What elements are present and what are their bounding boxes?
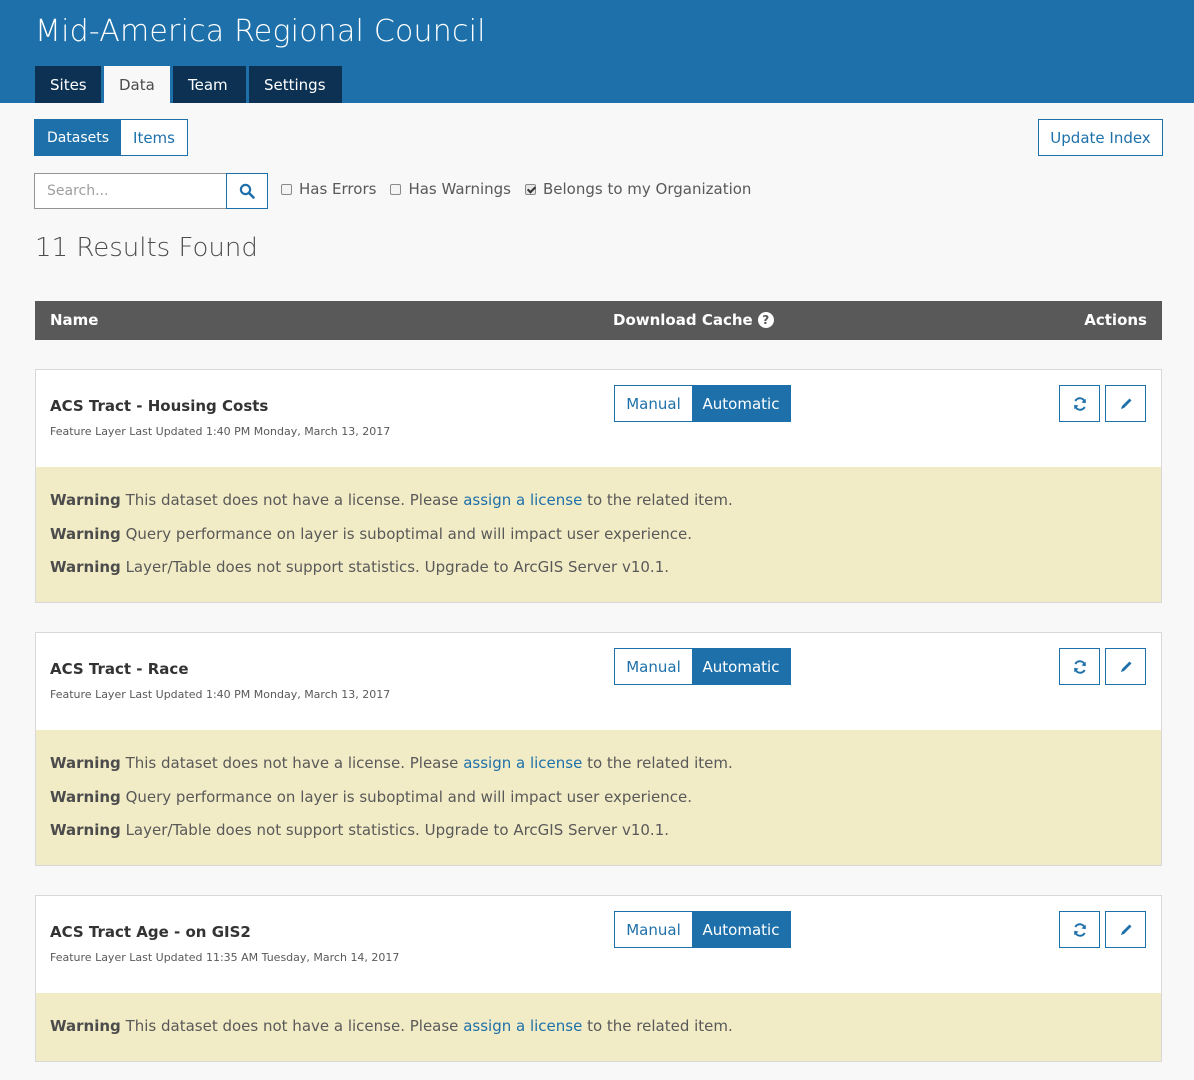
warning-text: This dataset does not have a license. Pl… (125, 491, 459, 509)
warning-label: Warning (50, 558, 121, 576)
filter-has-warnings[interactable]: Has Warnings (390, 180, 511, 198)
datasets-toggle-button[interactable]: Datasets (35, 120, 121, 155)
warning-message: Warning This dataset does not have a lic… (50, 754, 1147, 788)
help-icon[interactable]: ? (757, 312, 774, 328)
refresh-icon (1073, 396, 1086, 411)
tab-team-label: Team (188, 75, 228, 94)
filter-my-organization[interactable]: Belongs to my Organization (524, 180, 752, 198)
org-title: Mid-America Regional Council (35, 14, 486, 49)
search-bar (34, 173, 268, 209)
view-toggle: Datasets Items (34, 119, 188, 156)
dataset-card: ACS Tract - Housing Costs Feature Layer … (35, 369, 1162, 603)
refresh-icon (1073, 659, 1086, 674)
warning-label: Warning (50, 787, 121, 806)
download-cache-toggle: Manual Automatic (614, 385, 791, 422)
warning-message: Warning This dataset does not have a lic… (50, 491, 1147, 525)
my-organization-checkbox[interactable] (524, 183, 536, 195)
automatic-cache-button[interactable]: Automatic (692, 386, 790, 421)
warning-text: This dataset does not have a license. Pl… (125, 754, 459, 772)
warning-text: Query performance on layer is suboptimal… (125, 524, 692, 543)
pencil-icon (1120, 661, 1131, 672)
tab-data[interactable]: Data (104, 66, 170, 103)
refresh-button[interactable] (1059, 911, 1100, 948)
warning-text: This dataset does not have a license. Pl… (125, 1017, 459, 1035)
download-cache-label: Download Cache (613, 311, 753, 329)
warning-label: Warning (50, 524, 121, 543)
warning-panel: Warning This dataset does not have a lic… (36, 467, 1161, 602)
warning-panel: Warning This dataset does not have a lic… (36, 730, 1161, 865)
warning-text-after: to the related item. (587, 491, 733, 509)
table-header: Name Download Cache ? Actions (35, 301, 1162, 340)
warning-text: Layer/Table does not support statistics.… (125, 821, 670, 839)
filter-checkboxes: Has Errors Has Warnings Belongs to my Or… (281, 180, 765, 198)
edit-button[interactable] (1105, 911, 1146, 948)
has-errors-label: Has Errors (299, 180, 377, 198)
tab-settings-label: Settings (264, 75, 326, 94)
warning-text-after: to the related item. (587, 1017, 733, 1035)
main-tabs: Sites Data Team Settings (35, 66, 342, 103)
results-count: 11 Results Found (35, 233, 258, 263)
dataset-card: ACS Tract Age - on GIS2 Feature Layer La… (35, 895, 1162, 1062)
warning-message: Warning This dataset does not have a lic… (50, 1017, 1147, 1051)
warning-text: Layer/Table does not support statistics.… (125, 558, 670, 576)
warning-panel: Warning This dataset does not have a lic… (36, 993, 1161, 1061)
dataset-title[interactable]: ACS Tract - Housing Costs (50, 397, 268, 415)
automatic-cache-button[interactable]: Automatic (692, 912, 790, 947)
tab-sites[interactable]: Sites (35, 66, 101, 103)
tab-team[interactable]: Team (173, 66, 246, 103)
edit-button[interactable] (1105, 648, 1146, 685)
warning-label: Warning (50, 1017, 121, 1035)
manual-cache-button[interactable]: Manual (615, 386, 692, 421)
dataset-meta: Feature Layer Last Updated 1:40 PM Monda… (50, 425, 391, 438)
download-cache-toggle: Manual Automatic (614, 911, 791, 948)
has-errors-checkbox[interactable] (281, 183, 292, 195)
dataset-title[interactable]: ACS Tract Age - on GIS2 (50, 923, 251, 941)
items-toggle-button[interactable]: Items (121, 120, 187, 155)
assign-license-link[interactable]: assign a license (463, 754, 582, 772)
warning-message: Warning Layer/Table does not support sta… (50, 558, 1147, 592)
refresh-button[interactable] (1059, 648, 1100, 685)
edit-button[interactable] (1105, 385, 1146, 422)
tab-data-label: Data (119, 75, 155, 94)
warning-label: Warning (50, 754, 121, 772)
dataset-title[interactable]: ACS Tract - Race (50, 660, 189, 678)
my-organization-label: Belongs to my Organization (542, 180, 752, 198)
tab-sites-label: Sites (50, 75, 87, 94)
download-cache-toggle: Manual Automatic (614, 648, 791, 685)
has-warnings-label: Has Warnings (408, 180, 511, 198)
pencil-icon (1120, 924, 1131, 935)
assign-license-link[interactable]: assign a license (463, 491, 582, 509)
dataset-meta: Feature Layer Last Updated 11:35 AM Tues… (50, 951, 400, 964)
app-header: Mid-America Regional Council Sites Data … (0, 0, 1194, 103)
warning-message: Warning Query performance on layer is su… (50, 788, 1147, 822)
search-button[interactable] (226, 173, 268, 209)
manual-cache-button[interactable]: Manual (615, 649, 692, 684)
assign-license-link[interactable]: assign a license (463, 1017, 582, 1035)
column-header-download-cache: Download Cache ? (613, 311, 774, 329)
refresh-icon (1073, 922, 1086, 937)
search-icon (239, 183, 255, 199)
pencil-icon (1120, 398, 1131, 409)
refresh-button[interactable] (1059, 385, 1100, 422)
dataset-meta: Feature Layer Last Updated 1:40 PM Monda… (50, 688, 391, 701)
filter-has-errors[interactable]: Has Errors (281, 180, 376, 198)
update-index-button[interactable]: Update Index (1038, 119, 1163, 156)
tab-settings[interactable]: Settings (249, 66, 342, 103)
has-warnings-checkbox[interactable] (390, 183, 402, 195)
warning-text: Query performance on layer is suboptimal… (125, 787, 692, 806)
warning-label: Warning (50, 491, 121, 509)
warning-label: Warning (50, 821, 121, 839)
warning-text-after: to the related item. (587, 754, 733, 772)
warning-message: Warning Query performance on layer is su… (50, 525, 1147, 559)
search-input[interactable] (34, 173, 226, 209)
column-header-actions: Actions (1084, 311, 1147, 329)
dataset-card: ACS Tract - Race Feature Layer Last Upda… (35, 632, 1162, 866)
column-header-name: Name (50, 311, 99, 329)
warning-message: Warning Layer/Table does not support sta… (50, 821, 1147, 855)
automatic-cache-button[interactable]: Automatic (692, 649, 790, 684)
manual-cache-button[interactable]: Manual (615, 912, 692, 947)
